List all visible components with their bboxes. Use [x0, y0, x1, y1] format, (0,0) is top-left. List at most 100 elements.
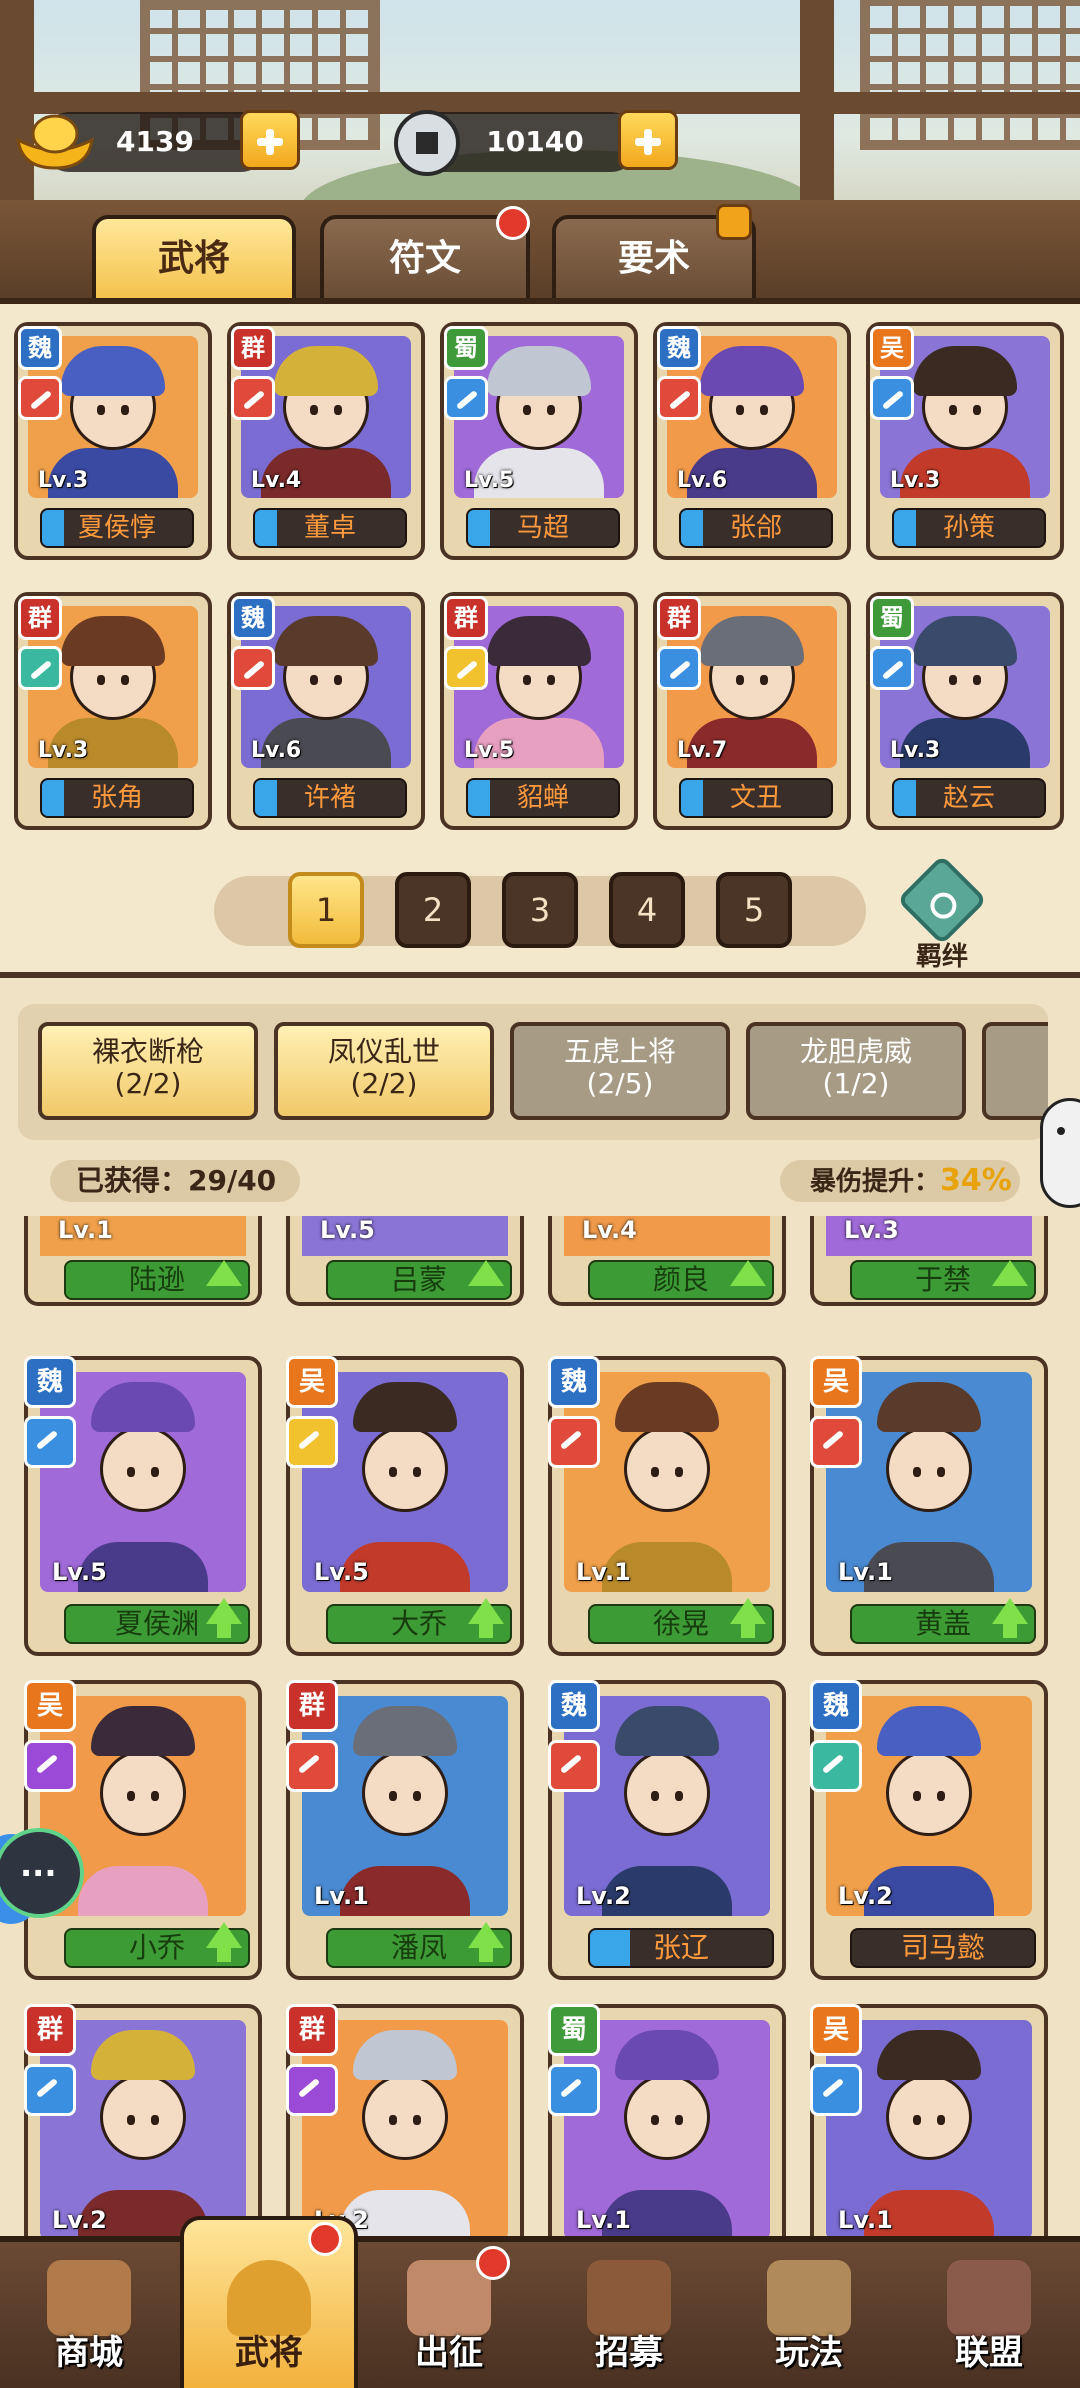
- upgrade-arrow-icon: [468, 1260, 504, 1286]
- upgrade-arrow-icon: [992, 1598, 1028, 1638]
- hero-card[interactable]: 吴 Lv.1 黄盖: [810, 1356, 1048, 1656]
- hero-level: Lv.1: [314, 1882, 369, 1910]
- hero-card[interactable]: 魏 Lv.3 夏侯惇: [14, 322, 212, 560]
- weapon-type-icon: [24, 1740, 76, 1792]
- combo-card[interactable]: 裸衣断枪 (2/2): [38, 1022, 258, 1120]
- weapon-type-icon: [286, 1740, 338, 1792]
- faction-badge: 蜀: [444, 326, 488, 370]
- hero-level: Lv.2: [838, 1882, 893, 1910]
- nav-shop[interactable]: 商城: [0, 2244, 178, 2388]
- faction-badge: 魏: [24, 1356, 76, 1408]
- weapon-type-icon: [548, 1740, 600, 1792]
- combo-progress: (2/2): [350, 1067, 418, 1100]
- hero-card[interactable]: 群Lv.2: [286, 2004, 524, 2240]
- hero-headgear: [91, 2030, 195, 2080]
- hero-card-partial[interactable]: Lv.3 于禁: [810, 1216, 1048, 1306]
- hero-card[interactable]: 蜀 Lv.3 赵云: [866, 592, 1064, 830]
- hero-card-partial[interactable]: Lv.5 吕蒙: [286, 1216, 524, 1306]
- chat-button[interactable]: [0, 1828, 106, 1928]
- hero-name-text: 潘凤: [390, 1931, 447, 1964]
- hero-headgear: [700, 616, 804, 666]
- weapon-type-icon: [657, 646, 701, 690]
- weapon-type-icon: [24, 1416, 76, 1468]
- hero-card[interactable]: 魏 Lv.6 许褚: [227, 592, 425, 830]
- hero-name-text: 夏侯惇: [77, 513, 156, 543]
- hero-level: Lv.4: [251, 468, 302, 493]
- hero-face: [624, 1749, 710, 1836]
- penguin-mascot-icon[interactable]: [1040, 1098, 1080, 1208]
- faction-badge: 吴: [810, 1356, 862, 1408]
- hero-card[interactable]: 群 Lv.1 潘凤: [286, 1680, 524, 1980]
- hero-name: 张郃: [679, 508, 833, 548]
- combo-card[interactable]: 龙胆虎威 (1/2): [746, 1022, 966, 1120]
- hero-name-text: 小乔: [128, 1931, 185, 1964]
- hero-card[interactable]: 群 Lv.5 貂蝉: [440, 592, 638, 830]
- page-button-3[interactable]: 3: [502, 872, 578, 948]
- hero-level: Lv.5: [464, 738, 515, 763]
- nav-battle[interactable]: 出征: [360, 2244, 538, 2388]
- page-button-2[interactable]: 2: [395, 872, 471, 948]
- hero-card[interactable]: 吴 Lv.1: [810, 2004, 1048, 2240]
- nav-alliance-flag[interactable]: 联盟: [900, 2244, 1078, 2388]
- add-coins-button[interactable]: [618, 110, 678, 170]
- hero-level: Lv.5: [314, 1558, 369, 1586]
- upgrade-arrow-icon: [206, 1922, 242, 1962]
- hero-level: Lv.1: [58, 1216, 113, 1244]
- hero-headgear: [487, 346, 591, 396]
- hero-level: Lv.3: [844, 1216, 899, 1244]
- weapon-type-icon: [231, 376, 275, 420]
- faction-badge: 蜀: [548, 2004, 600, 2056]
- combo-progress: (2/5): [586, 1067, 654, 1100]
- bond-button[interactable]: 羁绊: [894, 854, 990, 972]
- hero-card-partial[interactable]: Lv.4 颜良: [548, 1216, 786, 1306]
- hero-name-text: 张辽: [652, 1931, 709, 1964]
- hero-card[interactable]: 群 Lv.7 文丑: [653, 592, 851, 830]
- hero-card[interactable]: 群Lv.2: [24, 2004, 262, 2240]
- hero-card-partial[interactable]: Lv.1 陆逊: [24, 1216, 262, 1306]
- combo-card[interactable]: 五虎上将 (2/5): [510, 1022, 730, 1120]
- hero-name-text: 徐晃: [652, 1607, 709, 1640]
- combo-strip[interactable]: 裸衣断枪(2/2)凤仪乱世(2/2)五虎上将(2/5)龙胆虎威(1/2)生: [18, 1004, 1048, 1140]
- page-button-4[interactable]: 4: [609, 872, 685, 948]
- combo-card[interactable]: 凤仪乱世 (2/2): [274, 1022, 494, 1120]
- faction-badge: 吴: [870, 326, 914, 370]
- upgrade-arrow-icon: [468, 1598, 504, 1638]
- nav-pavilion[interactable]: 玩法: [720, 2244, 898, 2388]
- nav-recruit-scroll[interactable]: 招募: [540, 2244, 718, 2388]
- hero-level: Lv.5: [320, 1216, 375, 1244]
- hero-card[interactable]: 魏 Lv.2 张辽: [548, 1680, 786, 1980]
- hero-card[interactable]: 魏 Lv.1 徐晃: [548, 1356, 786, 1656]
- add-gold-button[interactable]: [240, 110, 300, 170]
- hero-card[interactable]: 群 Lv.4 董卓: [227, 322, 425, 560]
- hero-headgear: [913, 616, 1017, 666]
- hero-card[interactable]: 吴 Lv.3 孙策: [866, 322, 1064, 560]
- page-button-5[interactable]: 5: [716, 872, 792, 948]
- hero-card[interactable]: 魏 Lv.6 张郃: [653, 322, 851, 560]
- faction-badge: 群: [657, 596, 701, 640]
- faction-badge: 魏: [810, 1680, 862, 1732]
- faction-badge: 魏: [657, 326, 701, 370]
- hero-card[interactable]: 群 Lv.3 张角: [14, 592, 212, 830]
- hero-face: [886, 1425, 972, 1512]
- hero-name: 夏侯惇: [40, 508, 194, 548]
- upgrade-arrow-icon: [468, 1922, 504, 1962]
- notification-dot: [496, 206, 530, 240]
- hero-card[interactable]: 魏 Lv.2 司马懿: [810, 1680, 1048, 1980]
- nav-label: 商城: [55, 2333, 123, 2373]
- weapon-type-icon: [444, 376, 488, 420]
- hero-face: [624, 1425, 710, 1512]
- hero-card[interactable]: 吴 Lv.5 大乔: [286, 1356, 524, 1656]
- nav-label: 出征: [415, 2333, 483, 2373]
- hero-card[interactable]: 蜀 Lv.5 马超: [440, 322, 638, 560]
- page-button-1[interactable]: 1: [288, 872, 364, 948]
- weapon-type-icon: [870, 376, 914, 420]
- tab-generals[interactable]: 武将: [92, 215, 296, 299]
- faction-badge: 魏: [548, 1356, 600, 1408]
- combo-card[interactable]: 生: [982, 1022, 1048, 1120]
- combo-name: 龙胆虎威: [799, 1035, 912, 1068]
- hero-name-text: 董卓: [303, 513, 356, 543]
- upgrade-arrow-icon: [206, 1260, 242, 1286]
- hero-card[interactable]: 魏 Lv.5 夏侯渊: [24, 1356, 262, 1656]
- hero-card[interactable]: 蜀 Lv.1: [548, 2004, 786, 2240]
- hero-level: Lv.4: [582, 1216, 637, 1244]
